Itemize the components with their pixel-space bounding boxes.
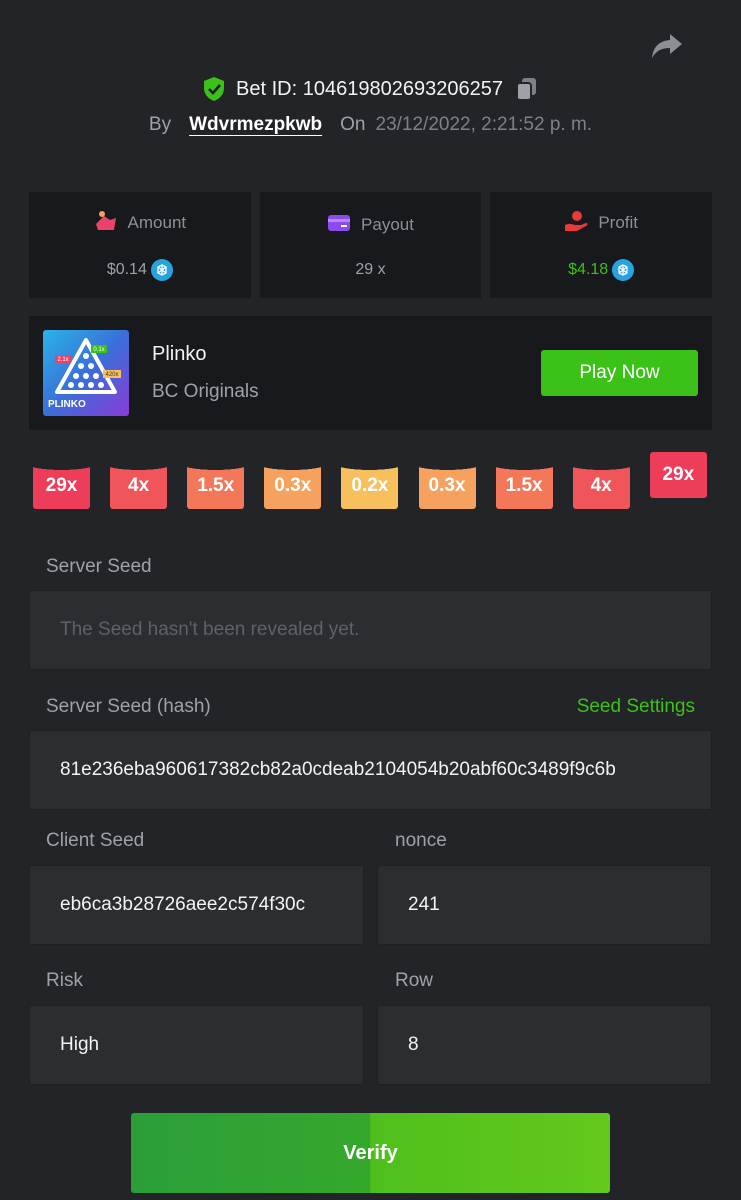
multiplier-label: 1.5x [197,475,235,496]
server-seed-label: Server Seed [46,556,152,577]
client-seed-field[interactable]: eb6ca3b28726aee2c574f30c [29,865,364,945]
by-label: By [148,114,172,135]
share-icon[interactable] [650,30,684,62]
verify-button[interactable]: Verify [131,1113,610,1193]
thumb-title: PLINKO [48,399,86,410]
multiplier-label: 0.3x [428,475,466,496]
thumb-tag: 420x [105,372,118,378]
nonce-label: nonce [395,830,447,851]
profit-card: Profit $4.18 [490,192,713,298]
bet-stats: Amount $0.14 Payout 29 x Profit $4.18 [29,192,713,298]
profit-label: Profit [598,213,639,232]
server-seed-field[interactable]: The Seed hasn't been revealed yet. [29,590,712,670]
multiplier-label: 1.5x [505,475,543,496]
nonce-field[interactable]: 241 [377,865,712,945]
payout-value: 29 x [355,260,386,278]
thumb-tag: 2.1x [57,357,68,363]
thumb-tag: 0.1x [93,347,104,353]
multiplier-slot: 29x [33,463,90,509]
card-icon [327,212,351,239]
amount-card: Amount $0.14 [29,192,251,298]
multiplier-label: 29x [662,464,695,485]
play-now-button[interactable]: Play Now [541,350,698,396]
shield-check-icon [202,76,226,102]
multiplier-label: 29x [45,475,78,496]
bet-id-text: Bet ID: 104619802693206257 [236,77,503,100]
bet-author-line: By Wdvrmezpkwb On 23/12/2022, 2:21:52 p.… [0,114,741,136]
multiplier-slot: 0.2x [341,463,399,509]
multiplier-slot: 1.5x [495,463,553,509]
game-name: Plinko [152,343,207,365]
multiplier-label: 4x [128,475,150,496]
payout-label: Payout [361,215,414,234]
profit-hand-icon [564,210,588,237]
row-label: Row [395,970,434,991]
multiplier-slot: 4x [110,463,168,509]
risk-label: Risk [46,970,83,991]
coin-icon [150,258,173,281]
multiplier-label: 0.2x [351,475,389,496]
bet-datetime: 23/12/2022, 2:21:52 p. m. [375,114,593,135]
bet-id-line: Bet ID: 104619802693206257 [0,76,741,102]
server-seed-hash-label: Server Seed (hash) [46,696,211,717]
amount-label: Amount [127,213,187,232]
payout-card: Payout 29 x [259,192,482,298]
multiplier-slot: 0.3x [418,463,476,509]
on-label: On [340,114,366,135]
client-seed-label: Client Seed [46,830,145,851]
copy-icon[interactable] [515,76,539,102]
multiplier-slot: 4x [572,463,630,509]
multiplier-row: 29x 4x 1.5x 0.3x 0.2x 0.3x 1.5x 4x 29x [0,452,741,522]
multiplier-label: 0.3x [274,475,312,496]
multiplier-slot: 1.5x [187,463,245,509]
game-card: 2.1x 0.1x 420x PLINKO Plinko BC Original… [29,316,712,430]
seed-settings-link[interactable]: Seed Settings [577,696,695,718]
game-provider: BC Originals [152,381,259,402]
amount-icon [94,210,118,237]
multiplier-slot: 0.3x [264,463,322,509]
amount-value: $0.14 [106,260,147,278]
risk-field[interactable]: High [29,1005,364,1085]
profit-value: $4.18 [568,260,609,278]
username-link[interactable]: Wdvrmezpkwb [189,114,322,136]
coin-icon [612,258,635,281]
row-field[interactable]: 8 [377,1005,712,1085]
plinko-thumbnail[interactable]: 2.1x 0.1x 420x PLINKO [43,330,129,416]
multiplier-slot: 29x [649,452,707,498]
multiplier-label: 4x [590,475,612,496]
server-seed-hash-field[interactable]: 81e236eba960617382cb82a0cdeab2104054b20a… [29,730,712,810]
